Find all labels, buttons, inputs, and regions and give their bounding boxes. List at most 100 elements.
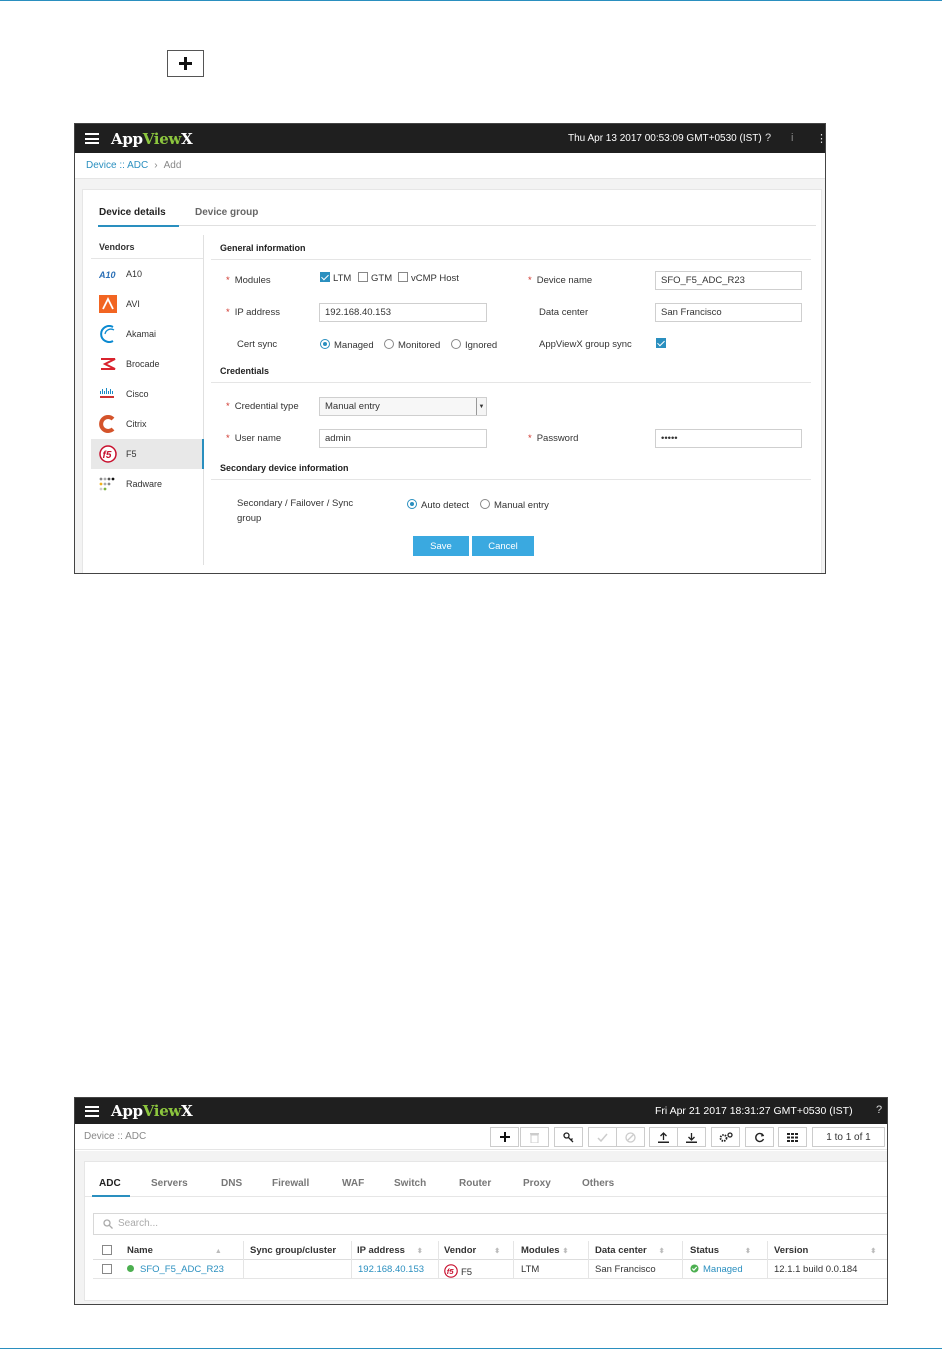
tab-proxy[interactable]: Proxy bbox=[523, 1178, 551, 1189]
help-icon[interactable]: ? bbox=[876, 1104, 882, 1116]
refresh-button[interactable] bbox=[745, 1127, 774, 1147]
search-icon bbox=[103, 1219, 113, 1229]
vendor-item-citrix[interactable]: Citrix bbox=[91, 409, 203, 439]
tab-firewall[interactable]: Firewall bbox=[272, 1178, 309, 1189]
vendor-item-brocade[interactable]: Brocade bbox=[91, 349, 203, 379]
tab-device-details[interactable]: Device details bbox=[99, 207, 166, 218]
secondary-auto-detect-radio[interactable]: Auto detect bbox=[407, 499, 469, 511]
column-header-modules[interactable]: Modules ⬍ bbox=[521, 1245, 568, 1256]
tab-others[interactable]: Others bbox=[582, 1178, 614, 1189]
secondary-manual-entry-radio[interactable]: Manual entry bbox=[480, 499, 549, 511]
cert-sync-managed-radio[interactable]: Managed bbox=[320, 339, 374, 351]
vendor-item-akamai[interactable]: Akamai bbox=[91, 319, 203, 349]
column-header-version[interactable]: Version ⬍ bbox=[774, 1245, 876, 1256]
checkbox-icon bbox=[102, 1264, 112, 1274]
data-center-label: Data center bbox=[539, 307, 589, 318]
datetime: Fri Apr 21 2017 18:31:27 GMT+0530 (IST) bbox=[655, 1105, 853, 1117]
password-input[interactable]: ••••• bbox=[655, 429, 802, 448]
divider bbox=[211, 382, 811, 383]
disable-button[interactable] bbox=[616, 1127, 645, 1147]
delete-button[interactable] bbox=[520, 1127, 549, 1147]
module-vcmp-checkbox[interactable]: vCMP Host bbox=[398, 272, 459, 284]
ip-address-input[interactable]: 192.168.40.153 bbox=[319, 303, 487, 322]
datetime: Thu Apr 13 2017 00:53:09 GMT+0530 (IST) bbox=[568, 133, 762, 144]
column-header-name[interactable]: Name ▲ bbox=[127, 1245, 222, 1256]
vendor-item-cisco[interactable]: Cisco bbox=[91, 379, 203, 409]
vendor-label: A10 bbox=[126, 269, 143, 279]
vendor-item-radware[interactable]: Radware bbox=[91, 469, 203, 499]
add-button[interactable] bbox=[490, 1127, 519, 1147]
credentials-button[interactable] bbox=[554, 1127, 583, 1147]
tab-switch[interactable]: Switch bbox=[394, 1178, 426, 1189]
info-icon[interactable]: i bbox=[791, 132, 793, 144]
table-header: Name ▲ Sync group/cluster IP address ⬍ Ven… bbox=[93, 1241, 887, 1279]
gears-icon bbox=[719, 1131, 733, 1142]
tab-waf[interactable]: WAF bbox=[342, 1178, 364, 1189]
column-header-ip[interactable]: IP address ⬍ bbox=[357, 1245, 423, 1256]
tab-router[interactable]: Router bbox=[459, 1178, 491, 1189]
appviewx-logo: AppViewX bbox=[111, 129, 193, 148]
module-gtm-checkbox[interactable]: GTM bbox=[358, 272, 392, 284]
a10-logo-icon: A10 bbox=[99, 265, 117, 283]
table-row[interactable]: SFO_F5_ADC_R23 192.168.40.153 f5 F5 LTM S… bbox=[93, 1260, 887, 1279]
module-ltm-checkbox[interactable]: LTM bbox=[320, 272, 351, 284]
device-name-link[interactable]: SFO_F5_ADC_R23 bbox=[127, 1264, 224, 1275]
radio-icon bbox=[451, 339, 461, 349]
column-chooser-button[interactable] bbox=[778, 1127, 807, 1147]
divider bbox=[211, 259, 811, 260]
cert-sync-ignored-radio[interactable]: Ignored bbox=[451, 339, 497, 351]
add-device-button[interactable] bbox=[167, 50, 204, 77]
device-name-input[interactable]: SFO_F5_ADC_R23 bbox=[655, 271, 802, 290]
active-tab-indicator bbox=[92, 1195, 130, 1197]
group-sync-label: AppViewX group sync bbox=[539, 339, 632, 350]
help-icon[interactable]: ? bbox=[765, 132, 771, 144]
check-icon bbox=[597, 1133, 608, 1142]
vendor-item-avi[interactable]: AVI bbox=[91, 289, 203, 319]
cell-status[interactable]: Managed bbox=[690, 1264, 743, 1275]
tab-device-group[interactable]: Device group bbox=[195, 207, 258, 218]
tab-dns[interactable]: DNS bbox=[221, 1178, 242, 1189]
column-header-status[interactable]: Status ⬍ bbox=[690, 1245, 751, 1256]
plus-icon bbox=[499, 1132, 510, 1142]
cell-version: 12.1.1 build 0.0.184 bbox=[774, 1264, 858, 1275]
tab-adc[interactable]: ADC bbox=[99, 1178, 121, 1189]
column-header-vendor[interactable]: Vendor ⬍ bbox=[444, 1245, 500, 1256]
row-checkbox[interactable] bbox=[102, 1264, 115, 1276]
breadcrumb-current: Add bbox=[163, 160, 182, 171]
radio-icon bbox=[480, 499, 490, 509]
data-center-input[interactable]: San Francisco bbox=[655, 303, 802, 322]
user-name-input[interactable]: admin bbox=[319, 429, 487, 448]
credential-type-select[interactable]: Manual entry ▼ bbox=[319, 397, 487, 416]
menu-icon[interactable] bbox=[85, 1105, 99, 1117]
vendors-heading: Vendors bbox=[91, 235, 203, 259]
settings-button[interactable] bbox=[711, 1127, 740, 1147]
vendor-item-f5[interactable]: f5 F5 bbox=[91, 439, 204, 469]
credential-type-label: * Credential type bbox=[226, 401, 299, 412]
f5-logo-icon: f5 bbox=[99, 445, 117, 463]
menu-icon[interactable] bbox=[85, 133, 99, 144]
checkbox-icon bbox=[398, 272, 408, 282]
checkbox-checked-icon bbox=[320, 272, 330, 282]
column-header-sync[interactable]: Sync group/cluster bbox=[250, 1245, 336, 1256]
download-button[interactable] bbox=[677, 1127, 706, 1147]
section-secondary-title: Secondary device information bbox=[220, 463, 349, 473]
tab-servers[interactable]: Servers bbox=[151, 1178, 188, 1189]
add-device-screenshot: AppViewX Thu Apr 13 2017 00:53:09 GMT+05… bbox=[74, 123, 826, 574]
breadcrumb-root[interactable]: Device :: ADC bbox=[86, 160, 148, 171]
cell-ip[interactable]: 192.168.40.153 bbox=[358, 1264, 424, 1275]
group-sync-checkbox[interactable] bbox=[656, 338, 669, 350]
breadcrumb[interactable]: Device :: ADC bbox=[84, 1131, 146, 1142]
search-input[interactable]: Search... bbox=[93, 1213, 887, 1235]
enable-button[interactable] bbox=[588, 1127, 617, 1147]
vendor-label: Radware bbox=[126, 479, 163, 489]
divider bbox=[211, 479, 811, 480]
upload-button[interactable] bbox=[649, 1127, 678, 1147]
save-button[interactable]: Save bbox=[413, 536, 469, 556]
column-header-data-center[interactable]: Data center ⬍ bbox=[595, 1245, 665, 1256]
select-all-checkbox[interactable] bbox=[102, 1245, 115, 1257]
cert-sync-monitored-radio[interactable]: Monitored bbox=[384, 339, 440, 351]
more-icon[interactable]: ⋮ bbox=[816, 132, 825, 145]
vendor-item-a10[interactable]: A10 A10 bbox=[91, 259, 203, 289]
checkbox-checked-icon bbox=[656, 338, 666, 348]
cancel-button[interactable]: Cancel bbox=[472, 536, 534, 556]
